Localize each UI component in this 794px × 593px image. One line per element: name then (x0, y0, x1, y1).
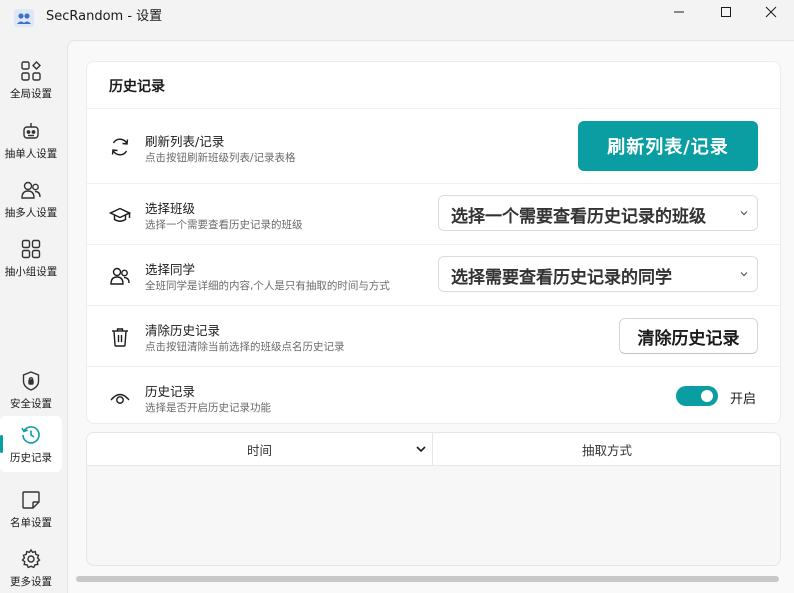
maximize-icon (721, 7, 731, 17)
sidebar-item-label: 抽小组设置 (4, 266, 58, 278)
refresh-description: 点击按钮刷新班级列表/记录表格 (145, 152, 296, 164)
column-header-label: 抽取方式 (581, 443, 632, 458)
class-select[interactable]: 选择一个需要查看历史记录的班级 (438, 195, 758, 231)
sidebar-item-label: 历史记录 (10, 452, 52, 464)
window-title: SecRandom - 设置 (46, 9, 163, 24)
grid-plus-icon (21, 61, 41, 81)
student-select-value: 选择需要查看历史记录的同学 (451, 268, 672, 288)
minimize-icon (674, 11, 684, 13)
card-title: 历史记录 (109, 79, 165, 95)
sidebar-item-group-draw[interactable]: 抽小组设置 (0, 230, 62, 286)
clear-history-description: 点击按钮清除当前选择的班级点名历史记录 (145, 341, 345, 353)
toggle-knob (701, 390, 713, 402)
sidebar-item-multi-draw[interactable]: 抽多人设置 (0, 171, 62, 227)
close-button[interactable] (748, 0, 794, 24)
close-icon (765, 6, 777, 18)
shield-icon (22, 371, 40, 391)
history-toggle-title: 历史记录 (145, 384, 196, 399)
select-class-title: 选择班级 (145, 201, 196, 216)
robot-icon (23, 123, 39, 139)
note-icon (22, 491, 40, 509)
groups-icon (21, 239, 41, 259)
select-class-description: 选择一个需要查看历史记录的班级 (145, 219, 303, 231)
table-header: 时间 抽取方式 (87, 433, 780, 466)
sidebar-item-single-draw[interactable]: 抽单人设置 (0, 112, 62, 168)
column-header-method[interactable]: 抽取方式 (434, 433, 780, 466)
history-table: 时间 抽取方式 (86, 432, 781, 566)
clear-history-button[interactable]: 清除历史记录 (619, 318, 758, 354)
column-header-label: 时间 (246, 443, 272, 458)
sidebar-item-label: 名单设置 (10, 517, 52, 529)
clear-history-title: 清除历史记录 (145, 323, 221, 338)
sidebar-item-security[interactable]: 安全设置 (0, 362, 62, 418)
title-bar: SecRandom - 设置 (0, 0, 794, 40)
refresh-button[interactable]: 刷新列表/记录 (578, 121, 758, 171)
app-logo-icon (14, 9, 34, 27)
maximize-button[interactable] (703, 0, 749, 24)
people-icon (21, 181, 41, 199)
sidebar-item-label: 抽多人设置 (4, 207, 58, 219)
column-header-time[interactable]: 时间 (87, 433, 433, 466)
history-toggle-state-label: 开启 (730, 392, 757, 407)
history-toggle-description: 选择是否开启历史记录功能 (145, 402, 271, 414)
people-icon (110, 267, 130, 285)
sidebar-item-history[interactable]: 历史记录 (0, 416, 62, 472)
minimize-button[interactable] (656, 0, 702, 24)
sidebar-item-name-list[interactable]: 名单设置 (0, 481, 62, 537)
gear-icon (21, 548, 41, 569)
sidebar-nav: 全局设置 抽单人设置 抽多人设置 抽小组设置 安全设置 历史记录 名单设置 更多… (0, 40, 66, 593)
history-settings-card: 历史记录 刷新列表/记录 点击按钮刷新班级列表/记录表格 刷新列表/记录 选择班… (86, 61, 781, 424)
sidebar-item-label: 安全设置 (10, 398, 52, 410)
select-student-description: 全班同学是详细的内容,个人是只有抽取的时间与方式 (145, 280, 390, 292)
chevron-down-icon (416, 446, 426, 453)
chevron-down-icon (731, 196, 757, 230)
graduation-cap-icon (109, 207, 131, 222)
chevron-down-icon (731, 257, 757, 291)
sidebar-item-global-settings[interactable]: 全局设置 (0, 52, 62, 108)
sidebar-item-label: 全局设置 (10, 88, 52, 100)
class-select-value: 选择一个需要查看历史记录的班级 (451, 207, 706, 227)
eye-icon (110, 393, 130, 404)
sidebar-item-more-settings[interactable]: 更多设置 (0, 540, 62, 593)
select-student-title: 选择同学 (145, 262, 196, 277)
student-select[interactable]: 选择需要查看历史记录的同学 (438, 256, 758, 292)
trash-icon (112, 328, 128, 347)
sidebar-item-label: 抽单人设置 (4, 148, 58, 160)
active-indicator (0, 435, 3, 453)
history-icon (21, 426, 40, 444)
refresh-icon (111, 138, 129, 156)
horizontal-scrollbar[interactable] (76, 576, 779, 582)
sidebar-item-label: 更多设置 (10, 576, 52, 588)
history-toggle-switch[interactable] (676, 386, 718, 406)
refresh-title: 刷新列表/记录 (145, 134, 225, 149)
